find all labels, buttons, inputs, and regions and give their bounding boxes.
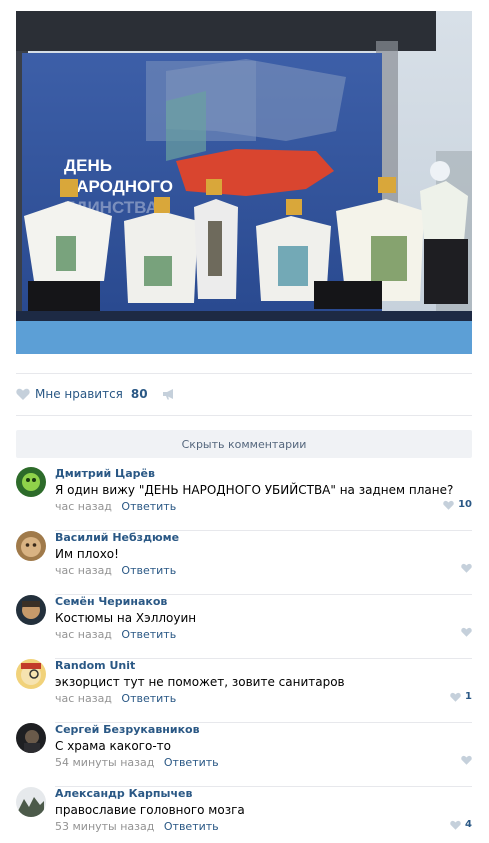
heart-icon [450, 820, 461, 830]
avatar[interactable] [16, 467, 46, 497]
reply-button[interactable]: Ответить [121, 500, 176, 513]
comment-item: Дмитрий Царёв Я один вижу "ДЕНЬ НАРОДНОГ… [16, 467, 472, 531]
heart-icon [450, 692, 461, 702]
comment-item: Сергей Безрукавников С храма какого-то 5… [16, 723, 472, 787]
comment-text: Костюмы на Хэллоуин [55, 611, 197, 625]
comment-time[interactable]: 53 минуты назад [55, 820, 154, 833]
stage-scene: ДЕНЬ НАРОДНОГО ЕДИНСТВА [16, 11, 472, 354]
avatar[interactable] [16, 595, 46, 625]
comment-item: Random Unit экзорцист тут не поможет, зо… [16, 659, 472, 723]
like-button[interactable]: Мне нравится [35, 387, 123, 401]
comment-meta: час назад Ответить [55, 692, 176, 705]
comment-item: Василий Небздюме Им плохо! час назад Отв… [16, 531, 472, 595]
reply-button[interactable]: Ответить [164, 756, 219, 769]
reply-button[interactable]: Ответить [164, 820, 219, 833]
like-count[interactable]: 80 [131, 387, 148, 401]
comment-like[interactable] [461, 563, 472, 573]
heart-icon [461, 627, 472, 637]
comment-time[interactable]: час назад [55, 564, 112, 577]
comment-meta: час назад Ответить [55, 500, 176, 513]
comment-time[interactable]: 54 минуты назад [55, 756, 154, 769]
comment-like-count: 4 [465, 819, 472, 830]
comment-author[interactable]: Сергей Безрукавников [55, 723, 200, 736]
reply-button[interactable]: Ответить [121, 564, 176, 577]
comment-meta: 54 минуты назад Ответить [55, 756, 219, 769]
banner-text-1: ДЕНЬ [64, 156, 112, 175]
comment-author[interactable]: Random Unit [55, 659, 135, 672]
comment-text: православие головного мозга [55, 803, 245, 817]
comment-text: Я один вижу "ДЕНЬ НАРОДНОГО УБИЙСТВА" на… [55, 483, 454, 497]
heart-icon [461, 563, 472, 573]
comment-author[interactable]: Василий Небздюме [55, 531, 179, 544]
avatar[interactable] [16, 723, 46, 753]
comment-like[interactable] [461, 755, 472, 765]
comment-like[interactable]: 10 [443, 499, 472, 510]
megaphone-icon[interactable] [162, 388, 176, 400]
avatar[interactable] [16, 659, 46, 689]
heart-icon[interactable] [16, 388, 30, 400]
hide-comments-button[interactable]: Скрыть комментарии [16, 430, 472, 458]
banner-text-2: НАРОДНОГО [64, 177, 173, 196]
comment-like-count: 10 [458, 499, 472, 510]
comment-text: С храма какого-то [55, 739, 171, 753]
comment-meta: 53 минуты назад Ответить [55, 820, 219, 833]
comment-like[interactable]: 4 [450, 819, 472, 830]
comment-time[interactable]: час назад [55, 628, 112, 641]
comment-time[interactable]: час назад [55, 500, 112, 513]
comment-like[interactable] [461, 627, 472, 637]
reply-button[interactable]: Ответить [121, 692, 176, 705]
comment-text: экзорцист тут не поможет, зовите санитар… [55, 675, 345, 689]
post-photo[interactable]: ДЕНЬ НАРОДНОГО ЕДИНСТВА [16, 11, 472, 354]
comment-meta: час назад Ответить [55, 628, 176, 641]
divider [16, 415, 472, 416]
avatar[interactable] [16, 787, 46, 817]
comment-author[interactable]: Александр Карпычев [55, 787, 192, 800]
reply-button[interactable]: Ответить [121, 628, 176, 641]
comment-item: Александр Карпычев православие головного… [16, 787, 472, 843]
comment-author[interactable]: Семён Черинаков [55, 595, 167, 608]
comment-time[interactable]: час назад [55, 692, 112, 705]
divider [16, 373, 472, 374]
avatar[interactable] [16, 531, 46, 561]
heart-icon [443, 500, 454, 510]
heart-icon [461, 755, 472, 765]
comment-like-count: 1 [465, 691, 472, 702]
comment-author[interactable]: Дмитрий Царёв [55, 467, 155, 480]
comment-text: Им плохо! [55, 547, 119, 561]
comment-item: Семён Черинаков Костюмы на Хэллоуин час … [16, 595, 472, 659]
comment-meta: час назад Ответить [55, 564, 176, 577]
comment-like[interactable]: 1 [450, 691, 472, 702]
post-actions: Мне нравится 80 [16, 384, 472, 404]
